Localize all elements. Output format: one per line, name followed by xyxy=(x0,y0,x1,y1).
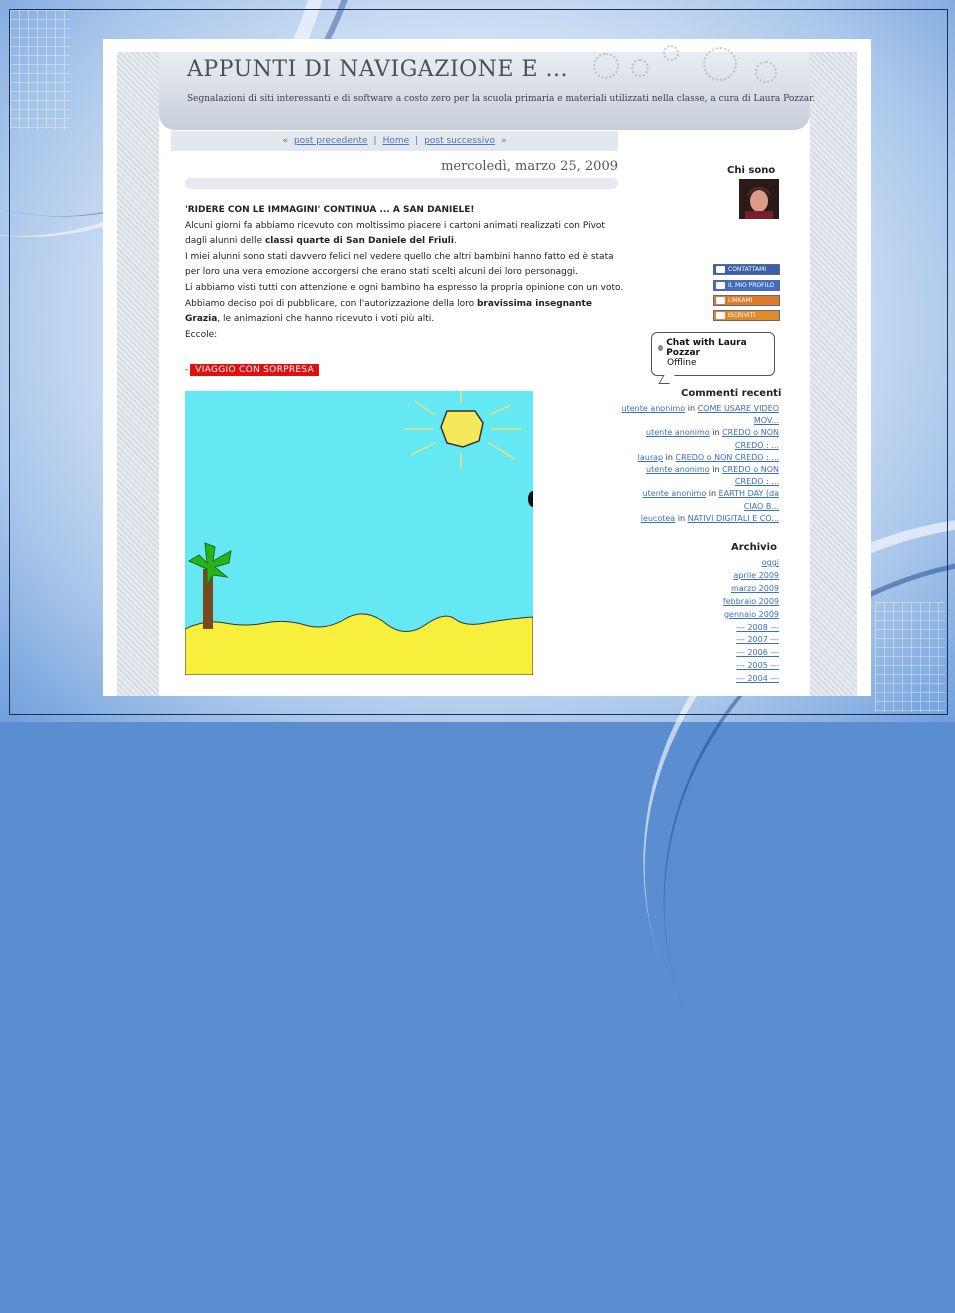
archive-link[interactable]: --- 2008 --- xyxy=(736,623,779,632)
comment-in: in xyxy=(712,465,720,475)
archive-link[interactable]: marzo 2009 xyxy=(731,584,779,593)
post-title[interactable]: 'RIDERE CON LE IMMAGINI' CONTINUA ... A … xyxy=(185,203,625,219)
comment-post-link[interactable]: EARTH DAY (da CIAO B... xyxy=(719,489,779,510)
archive-link[interactable]: --- 2004 --- xyxy=(736,674,779,683)
badge-label: ISCRIVITI xyxy=(728,312,756,319)
prev-arrow: « xyxy=(282,136,288,146)
blog-screenshot: APPUNTI DI NAVIGAZIONE E ... Segnalazion… xyxy=(103,39,871,696)
chat-widget[interactable]: Chat with Laura Pozzar Offline xyxy=(651,332,775,376)
blog-title[interactable]: APPUNTI DI NAVIGAZIONE E ... xyxy=(187,57,568,82)
header-flower-decoration xyxy=(703,47,737,81)
comment-author[interactable]: utente anonimo xyxy=(646,465,710,474)
post-date: mercoledì, marzo 25, 2009 xyxy=(441,159,618,174)
contact-badge[interactable]: CONTATTAMI xyxy=(713,264,780,275)
animation-link-label[interactable]: VIAGGIO CON SORPRESA xyxy=(190,363,320,376)
prev-post-link[interactable]: post precedente xyxy=(294,136,368,146)
header-flower-decoration xyxy=(593,53,619,79)
comment-item: leucotea in NATIVI DIGITALI E CO... xyxy=(621,513,779,525)
post-navigation: « post precedente | Home | post successi… xyxy=(171,131,618,151)
link-dash: - xyxy=(185,364,189,375)
comment-author[interactable]: utente anonimo xyxy=(622,404,686,413)
link-icon xyxy=(716,297,725,304)
comment-post-link[interactable]: CREDO o NON CREDO : ... xyxy=(722,428,779,449)
comment-post-link[interactable]: CREDO o NON CREDO : ... xyxy=(722,465,779,486)
post-paragraph: Alcuni giorni fa abbiamo ricevuto con mo… xyxy=(185,219,625,250)
archive-link[interactable]: febbraio 2009 xyxy=(723,597,779,606)
comment-post-link[interactable]: COME USARE VIDEO MOV... xyxy=(698,404,779,425)
animation-link[interactable]: - VIAGGIO CON SORPRESA xyxy=(185,362,320,377)
next-post-link[interactable]: post successivo xyxy=(424,136,495,146)
comment-in: in xyxy=(708,489,717,499)
profile-photo[interactable] xyxy=(739,179,779,219)
post-paragraph: Abbiamo deciso poi di pubblicare, con l'… xyxy=(185,297,625,328)
archive-link[interactable]: aprile 2009 xyxy=(733,571,779,580)
comment-in: in xyxy=(665,452,673,462)
link-badge[interactable]: LINKAMI xyxy=(713,295,780,306)
sun-icon xyxy=(440,410,484,448)
badge-label: CONTATTAMI xyxy=(728,266,767,273)
archive-link[interactable]: --- 2006 --- xyxy=(736,648,779,657)
archive-link[interactable]: gennaio 2009 xyxy=(724,610,779,619)
comment-item: utente anonimo in CREDO o NON CREDO : ..… xyxy=(621,464,779,488)
post-text: . xyxy=(453,236,457,247)
comment-item: utente anonimo in COME USARE VIDEO MOV..… xyxy=(621,403,779,427)
comment-author[interactable]: utente anonimo xyxy=(646,428,710,437)
comment-in: in xyxy=(712,428,720,438)
comment-item: laurap in CREDO o NON CREDO : ... xyxy=(621,452,779,464)
archive-heading: Archivio xyxy=(731,542,777,553)
post-text: Abbiamo deciso poi di pubblicare, con l'… xyxy=(185,298,477,309)
chat-name[interactable]: Chat with Laura Pozzar xyxy=(666,338,768,358)
comment-item: utente anonimo in CREDO o NON CREDO : ..… xyxy=(621,427,779,451)
badge-label: LINKAMI xyxy=(728,297,753,304)
archive-link[interactable]: --- 2007 --- xyxy=(736,635,779,644)
mail-icon xyxy=(716,266,725,273)
post-paragraph: Eccole: xyxy=(185,329,218,340)
post-paragraph: Li abbiamo visti tutti con attenzione e … xyxy=(185,282,624,293)
next-arrow: » xyxy=(501,136,507,146)
profile-badge[interactable]: IL MIO PROFILO xyxy=(713,280,780,291)
status-dot-icon xyxy=(658,345,664,351)
avatar-icon xyxy=(739,179,779,219)
comment-in: in xyxy=(677,513,686,523)
comment-author[interactable]: laurap xyxy=(638,453,663,462)
subscribe-badge[interactable]: ISCRIVITI xyxy=(713,310,780,321)
recent-comments-heading: Commenti recenti xyxy=(681,388,782,399)
chat-status: Offline xyxy=(667,358,697,368)
comment-post-link[interactable]: NATIVI DIGITALI E CO... xyxy=(688,514,779,523)
comment-author[interactable]: utente anonimo xyxy=(643,489,707,498)
about-heading: Chi sono xyxy=(727,165,776,176)
post-paragraph: I miei alunni sono stati davvero felici … xyxy=(185,251,614,278)
comment-post-link[interactable]: CREDO o NON CREDO : ... xyxy=(675,453,779,462)
badge-label: IL MIO PROFILO xyxy=(728,282,775,289)
archive-list: oggi aprile 2009 marzo 2009 febbraio 200… xyxy=(693,557,779,686)
post-body: 'RIDERE CON LE IMMAGINI' CONTINUA ... A … xyxy=(185,203,625,343)
date-divider xyxy=(185,178,618,189)
archive-link[interactable]: --- 2005 --- xyxy=(736,661,779,670)
profile-icon xyxy=(716,282,725,289)
header-flower-decoration xyxy=(755,61,777,83)
comment-item: utente anonimo in EARTH DAY (da CIAO B..… xyxy=(621,488,779,512)
cartoon-animation[interactable] xyxy=(185,391,533,675)
blog-description: Segnalazioni di siti interessanti e di s… xyxy=(187,94,816,104)
header-flower-decoration xyxy=(663,45,679,61)
post-text: , le animazioni che hanno ricevuto i vot… xyxy=(217,314,435,325)
recent-comments-list: utente anonimo in COME USARE VIDEO MOV..… xyxy=(621,403,779,525)
home-link[interactable]: Home xyxy=(383,136,410,146)
nav-separator: | xyxy=(415,136,419,146)
rss-icon xyxy=(716,312,725,319)
header-flower-decoration xyxy=(631,59,649,77)
post-text-bold: classi quarte di San Daniele del Friuli xyxy=(264,236,454,247)
comment-in: in xyxy=(687,404,696,413)
nav-separator: | xyxy=(373,136,377,146)
comment-author[interactable]: leucotea xyxy=(641,514,675,523)
archive-link[interactable]: oggi xyxy=(762,558,779,567)
